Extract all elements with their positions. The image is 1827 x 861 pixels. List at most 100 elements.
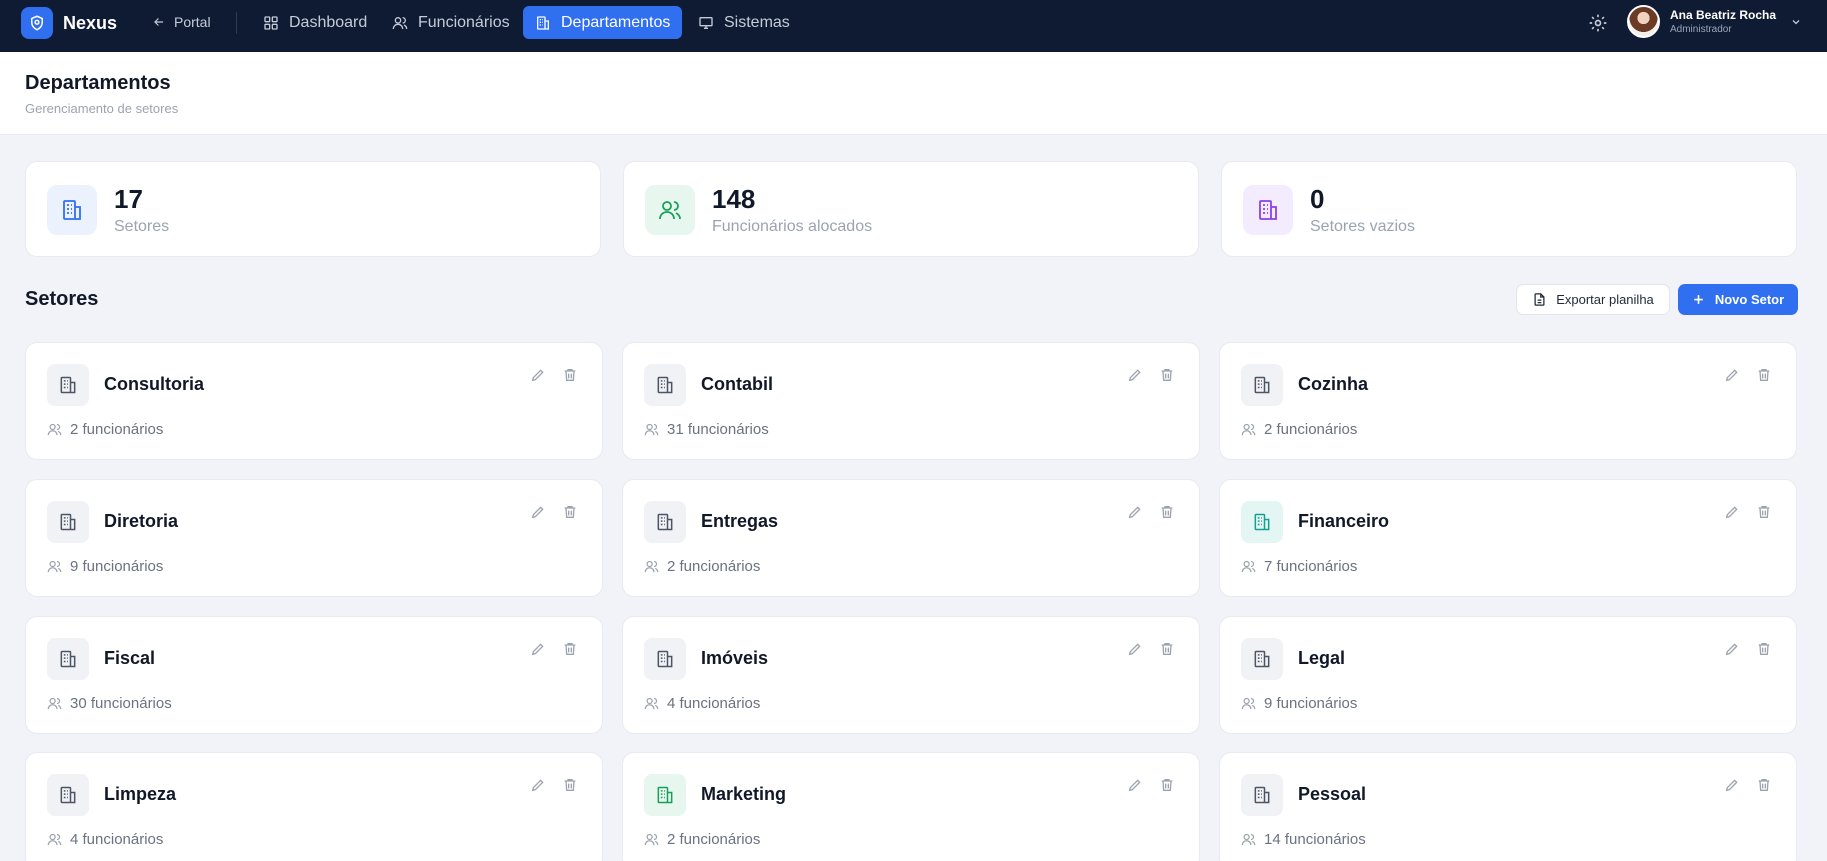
shield-logo-icon [21, 7, 53, 39]
user-name: Ana Beatriz Rocha [1670, 8, 1777, 22]
trash-icon[interactable] [562, 504, 578, 520]
top-navbar: Nexus Portal Dashboard Funcionários Depa… [0, 0, 1827, 52]
pencil-icon[interactable] [1127, 777, 1143, 793]
building-icon [1241, 638, 1283, 680]
employee-count-label: 4 funcionários [667, 695, 761, 712]
file-icon [1534, 293, 1545, 306]
sector-card-limpeza[interactable]: Limpeza 4 funcionários [25, 752, 603, 861]
stat-label: Setores [114, 218, 170, 235]
page-header: Departamentos Gerenciamento de setores [0, 52, 1827, 135]
employee-count-label: 9 funcionários [1264, 695, 1358, 712]
new-sector-button[interactable]: Novo Setor [1678, 284, 1798, 315]
user-menu[interactable]: Ana Beatriz Rocha Administrador [1627, 5, 1802, 38]
sector-name: Cozinha [1298, 374, 1368, 394]
building-icon [644, 364, 686, 406]
sector-name: Financeiro [1298, 511, 1390, 531]
stat-value: 148 [712, 184, 756, 214]
employee-count: 30 funcionários [47, 695, 172, 712]
nav-item-dashboard[interactable]: Dashboard [251, 6, 379, 39]
employee-count: 2 funcionários [644, 831, 760, 848]
sector-name: Marketing [701, 784, 787, 804]
sector-card-imoveis[interactable]: Imóveis 4 funcionários [622, 616, 1200, 734]
nav-item-funcionarios[interactable]: Funcionários [380, 6, 522, 39]
users-icon [1241, 697, 1256, 710]
pencil-icon[interactable] [1127, 504, 1143, 520]
trash-icon[interactable] [1756, 367, 1772, 383]
sector-card-entregas[interactable]: Entregas 2 funcionários [622, 479, 1200, 597]
users-icon [645, 185, 695, 235]
grid-icon [264, 15, 278, 30]
pencil-icon[interactable] [1127, 367, 1143, 383]
pencil-icon[interactable] [530, 641, 546, 657]
trash-icon[interactable] [1159, 777, 1175, 793]
pencil-icon[interactable] [1724, 641, 1740, 657]
trash-icon[interactable] [1159, 641, 1175, 657]
trash-icon[interactable] [1159, 367, 1175, 383]
page-title: Departamentos [25, 72, 171, 94]
trash-icon[interactable] [562, 367, 578, 383]
trash-icon[interactable] [562, 777, 578, 793]
nav-item-departamentos[interactable]: Departamentos [523, 6, 683, 39]
pencil-icon[interactable] [1724, 777, 1740, 793]
sector-card-pessoal[interactable]: Pessoal 14 funcionários [1219, 752, 1797, 861]
pencil-icon[interactable] [530, 367, 546, 383]
sector-name: Fiscal [104, 648, 156, 668]
nav-item-sistemas[interactable]: Sistemas [686, 6, 802, 39]
building-icon [1241, 364, 1283, 406]
sector-name: Diretoria [104, 511, 179, 531]
sector-card-financeiro[interactable]: Financeiro 7 funcionários [1219, 479, 1797, 597]
employee-count-label: 2 funcionários [1264, 421, 1358, 438]
stat-card-setores-vazios: 0 Setores vazios [1221, 161, 1797, 257]
sector-card-diretoria[interactable]: Diretoria 9 funcionários [25, 479, 603, 597]
building-icon [1241, 774, 1283, 816]
users-icon [1241, 423, 1256, 436]
building-icon [644, 501, 686, 543]
arrow-left-icon [154, 18, 164, 26]
trash-icon[interactable] [1159, 504, 1175, 520]
trash-icon[interactable] [1756, 777, 1772, 793]
sector-card-cozinha[interactable]: Cozinha 2 funcionários [1219, 342, 1797, 460]
employee-count: 2 funcionários [47, 421, 163, 438]
gear-icon[interactable] [1588, 13, 1608, 33]
stat-value: 17 [114, 184, 143, 214]
plus-icon [1693, 295, 1703, 304]
employee-count: 4 funcionários [47, 831, 163, 848]
stat-card-funcionarios-alocados: 148 Funcionários alocados [623, 161, 1199, 257]
pencil-icon[interactable] [1127, 641, 1143, 657]
sector-card-contabil[interactable]: Contabil 31 funcionários [622, 342, 1200, 460]
building-icon [47, 774, 89, 816]
users-icon [644, 423, 659, 436]
new-sector-label: Novo Setor [1714, 292, 1785, 307]
sector-card-fiscal[interactable]: Fiscal 30 funcionários [25, 616, 603, 734]
pencil-icon[interactable] [1724, 504, 1740, 520]
stat-label: Funcionários alocados [712, 218, 873, 235]
pencil-icon[interactable] [530, 777, 546, 793]
sector-card-legal[interactable]: Legal 9 funcionários [1219, 616, 1797, 734]
portal-back-link[interactable]: Portal [152, 14, 211, 30]
building-icon [644, 774, 686, 816]
building-icon [537, 15, 549, 30]
sector-card-consultoria[interactable]: Consultoria 2 funcionários [25, 342, 603, 460]
building-icon [644, 638, 686, 680]
stat-label: Setores vazios [1310, 218, 1415, 235]
pencil-icon[interactable] [530, 504, 546, 520]
pencil-icon[interactable] [1724, 367, 1740, 383]
building-icon [47, 501, 89, 543]
employee-count: 31 funcionários [644, 421, 769, 438]
trash-icon[interactable] [1756, 504, 1772, 520]
users-icon [644, 833, 659, 846]
users-icon [644, 697, 659, 710]
employee-count: 9 funcionários [1241, 695, 1357, 712]
export-spreadsheet-button[interactable]: Exportar planilha [1516, 284, 1670, 315]
trash-icon[interactable] [562, 641, 578, 657]
nav-item-label: Departamentos [561, 13, 671, 31]
users-icon [47, 560, 62, 573]
trash-icon[interactable] [1756, 641, 1772, 657]
employee-count: 9 funcionários [47, 558, 163, 575]
employee-count: 14 funcionários [1241, 831, 1366, 848]
brand[interactable]: Nexus [21, 7, 117, 39]
building-icon [1243, 185, 1293, 235]
portal-label: Portal [174, 14, 211, 30]
sector-card-marketing[interactable]: Marketing 2 funcionários [622, 752, 1200, 861]
stat-card-setores: 17 Setores [25, 161, 601, 257]
